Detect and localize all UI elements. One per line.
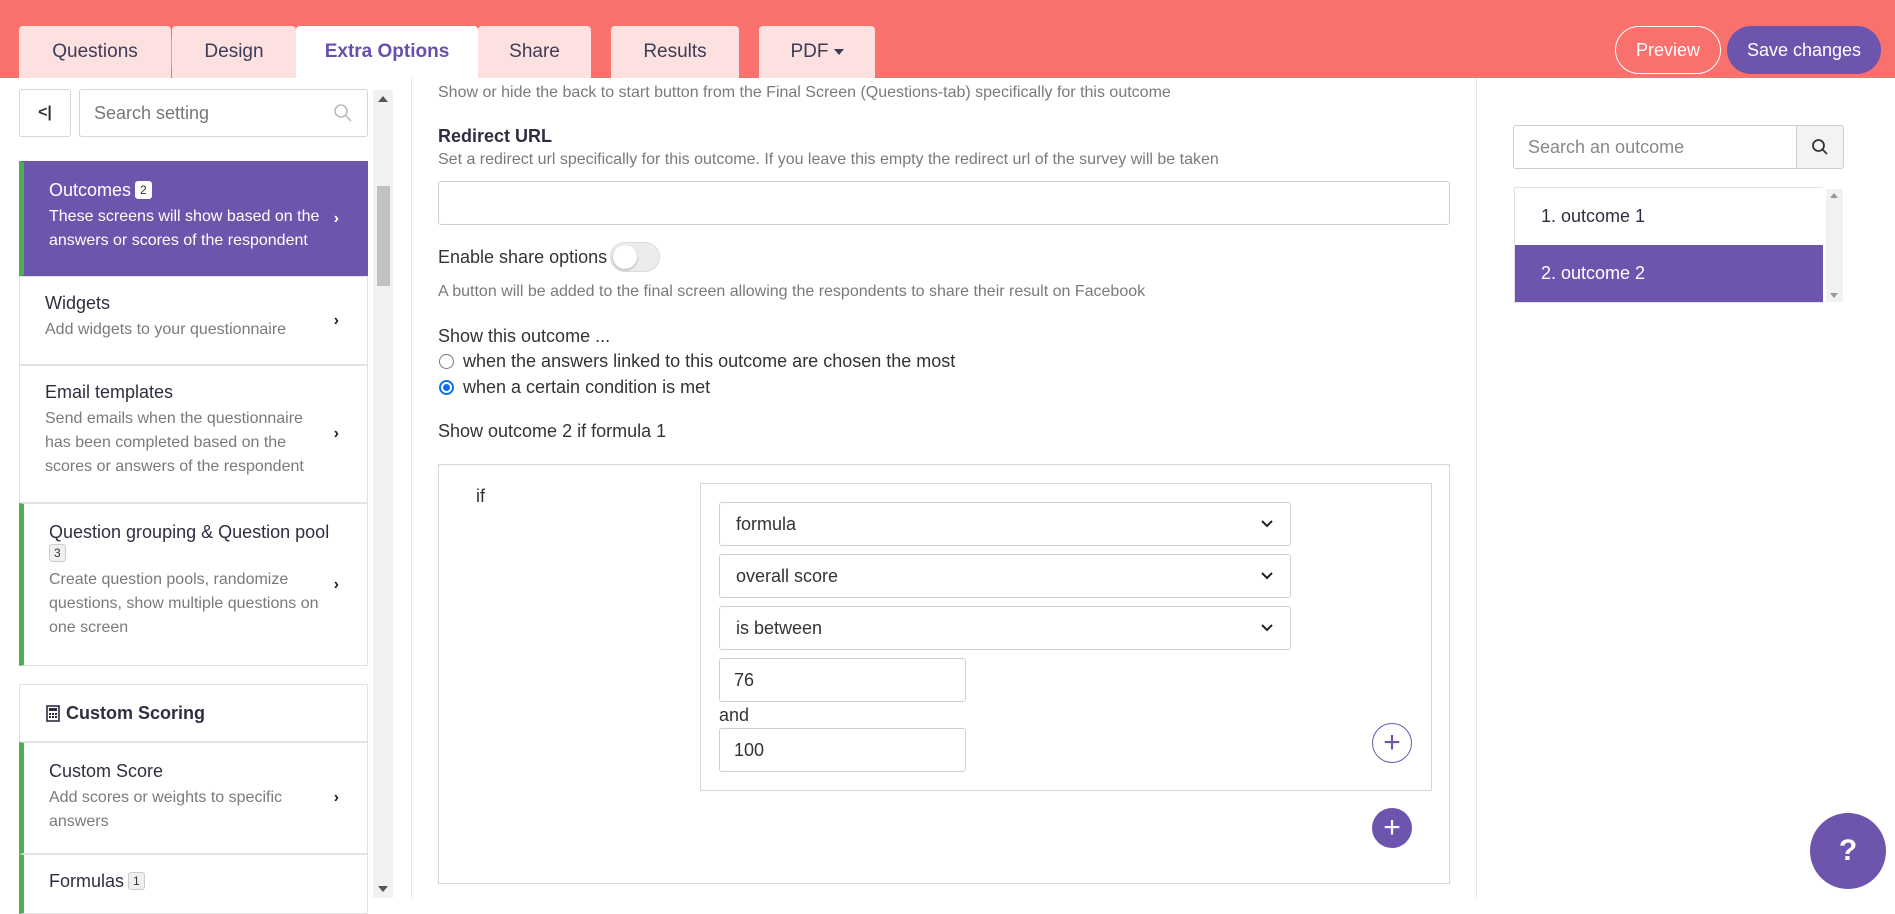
radio-condition-met[interactable] <box>439 380 454 395</box>
tab-questions[interactable]: Questions <box>19 26 171 78</box>
operator-select[interactable]: is between <box>719 606 1291 650</box>
tab-design[interactable]: Design <box>172 26 296 78</box>
scroll-down-icon[interactable] <box>1830 293 1838 298</box>
search-icon <box>1812 139 1828 155</box>
share-options-toggle[interactable] <box>610 242 660 272</box>
sidebar-item-title: Formulas 1 <box>49 871 367 892</box>
score-select-value: overall score <box>736 565 839 586</box>
add-group-button[interactable]: + <box>1372 808 1412 848</box>
main-panel-border-left <box>411 78 412 898</box>
sidebar-item-title: Outcomes 2 <box>49 180 367 201</box>
calculator-icon <box>46 704 60 722</box>
tab-pdf-label: PDF <box>790 41 829 62</box>
tab-pdf[interactable]: PDF <box>759 26 875 78</box>
range-to-value: 100 <box>734 739 765 760</box>
sidebar-item-question-grouping[interactable]: Question grouping & Question pool 3 Creat… <box>19 503 368 666</box>
chevron-right-icon: › <box>333 789 339 806</box>
sidebar-item-title: Email templates <box>45 382 174 402</box>
range-from-value: 76 <box>734 669 755 690</box>
outcome-search-button[interactable] <box>1796 125 1844 169</box>
sidebar-item-desc: Create question pools, randomize questio… <box>49 571 319 636</box>
if-label: if <box>476 486 485 506</box>
question-mark-icon: ? <box>1838 834 1858 867</box>
search-setting-placeholder: Search setting <box>94 102 210 123</box>
tab-extra-options[interactable]: Extra Options <box>296 26 478 78</box>
outcome-list-scrollbar[interactable] <box>1826 189 1843 302</box>
show-outcome-label: Show this outcome ... <box>438 326 611 346</box>
caret-down-icon <box>833 49 844 55</box>
sidebar-item-formulas[interactable]: Formulas 1 <box>19 854 368 914</box>
tab-results[interactable]: Results <box>611 26 739 78</box>
save-changes-button[interactable]: Save changes <box>1727 26 1881 74</box>
sidebar-item-title: Custom Score <box>49 761 164 781</box>
sidebar-item-desc: Send emails when the questionnaire has b… <box>45 410 304 475</box>
search-icon <box>334 104 352 122</box>
plus-icon: + <box>1383 811 1401 844</box>
chevron-right-icon: › <box>333 575 339 593</box>
count-badge: 2 <box>135 181 152 199</box>
chevron-right-icon: › <box>333 311 339 329</box>
formula-summary: Show outcome 2 if formula 1 <box>438 421 667 441</box>
share-options-help: A button will be added to the final scre… <box>438 283 1146 300</box>
back-to-start-help: Show or hide the back to start button fr… <box>438 84 1171 101</box>
radio-chosen-most[interactable] <box>439 354 454 369</box>
operator-select-value: is between <box>736 617 823 638</box>
chevron-down-icon <box>1261 572 1273 580</box>
redirect-url-label: Redirect URL <box>438 126 553 146</box>
sidebar-item-email-templates[interactable]: Email templates Send emails when the que… <box>19 365 368 503</box>
and-label: and <box>719 705 750 725</box>
custom-scoring-heading: Custom Scoring <box>19 684 368 742</box>
custom-scoring-label: Custom Scoring <box>66 702 206 723</box>
radio-chosen-most-label[interactable]: when the answers linked to this outcome … <box>463 351 955 372</box>
sidebar-item-desc: These screens will show based on the ans… <box>49 208 320 249</box>
count-badge: 3 <box>49 544 66 562</box>
outcome-search-input[interactable]: Search an outcome <box>1513 125 1797 169</box>
range-to-input[interactable]: 100 <box>719 728 966 772</box>
formula-select[interactable]: formula <box>719 502 1291 546</box>
sidebar-scrollbar[interactable] <box>373 90 393 898</box>
chevron-right-icon: › <box>333 425 339 442</box>
sidebar-item-outcomes[interactable]: Outcomes 2 These screens will show based … <box>19 161 368 276</box>
share-options-label: Enable share options <box>438 247 608 267</box>
plus-icon: + <box>1383 726 1401 759</box>
search-setting-input[interactable]: Search setting <box>79 89 368 137</box>
scroll-up-icon[interactable] <box>378 96 388 102</box>
scroll-up-icon[interactable] <box>1830 193 1838 198</box>
toggle-knob <box>613 245 637 269</box>
outcome-item-selected[interactable]: 2. outcome 2 <box>1515 245 1823 302</box>
count-badge: 1 <box>128 872 145 890</box>
redirect-url-help: Set a redirect url specifically for this… <box>438 151 1219 168</box>
chevron-down-icon <box>1261 624 1273 632</box>
add-condition-button[interactable]: + <box>1372 723 1412 763</box>
collapse-icon: <| <box>38 104 52 121</box>
chevron-down-icon <box>1261 520 1273 528</box>
scrollbar-thumb[interactable] <box>377 186 390 286</box>
sidebar-item-widgets[interactable]: Widgets Add widgets to your questionnair… <box>19 276 368 365</box>
formula-select-value: formula <box>736 513 797 534</box>
sidebar-item-custom-score[interactable]: Custom Score Add scores or weights to sp… <box>19 742 368 854</box>
score-select[interactable]: overall score <box>719 554 1291 598</box>
top-bar: Questions Design Extra Options Share Res… <box>0 0 1895 78</box>
sidebar-item-title: Question grouping & Question pool 3 <box>49 522 330 562</box>
main-panel-border-right <box>1476 78 1477 898</box>
tab-share[interactable]: Share <box>478 26 591 78</box>
help-button[interactable]: ? <box>1810 813 1886 889</box>
preview-button[interactable]: Preview <box>1615 26 1721 74</box>
chevron-right-icon: › <box>333 209 339 227</box>
radio-condition-met-label[interactable]: when a certain condition is met <box>463 377 710 398</box>
redirect-url-input[interactable] <box>438 181 1450 225</box>
outcome-search-placeholder: Search an outcome <box>1528 136 1685 157</box>
sidebar-item-desc: Add widgets to your questionnaire <box>45 321 287 338</box>
scroll-down-icon[interactable] <box>378 886 388 892</box>
outcome-item[interactable]: 1. outcome 1 <box>1515 188 1823 245</box>
sidebar-item-desc: Add scores or weights to specific answer… <box>49 789 282 830</box>
collapse-sidebar-button[interactable]: <| <box>19 89 71 137</box>
sidebar-item-title: Widgets <box>45 293 111 313</box>
range-from-input[interactable]: 76 <box>719 658 966 702</box>
